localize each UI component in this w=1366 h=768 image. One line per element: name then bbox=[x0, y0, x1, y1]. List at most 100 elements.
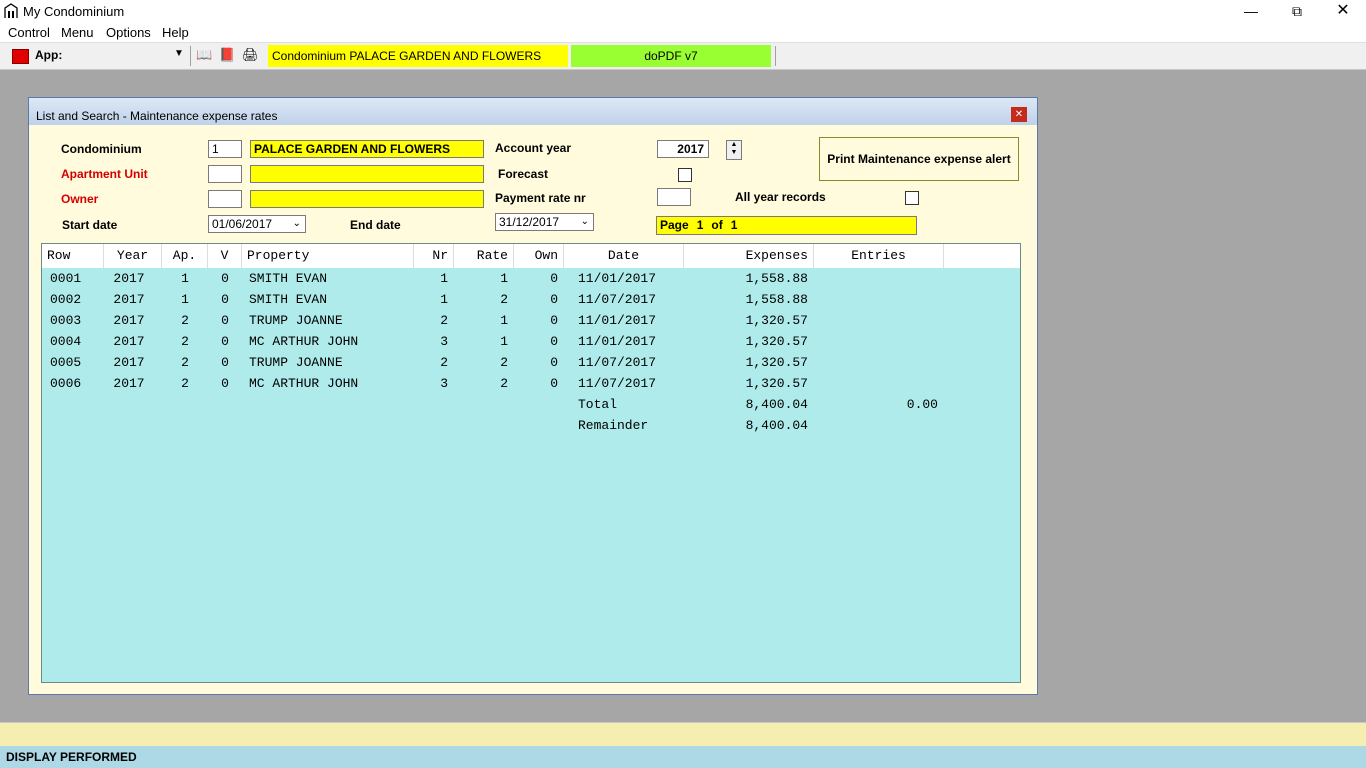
start-date-label: Start date bbox=[62, 218, 118, 232]
page-of: of bbox=[711, 218, 723, 232]
cell-own: 0 bbox=[550, 313, 558, 328]
payment-rate-label: Payment rate nr bbox=[495, 191, 586, 205]
cell-apartment: 1 bbox=[181, 271, 189, 286]
expense-rates-grid[interactable]: Row Year Ap. V Property Nr Rate Own Date… bbox=[41, 243, 1021, 683]
page-total: 1 bbox=[730, 218, 738, 232]
col-entries[interactable]: Entries bbox=[814, 244, 944, 268]
cell-rate: 2 bbox=[500, 292, 508, 307]
end-date-picker[interactable]: 31/12/2017 ⌄ bbox=[495, 213, 594, 231]
chevron-down-icon[interactable]: ⌄ bbox=[293, 216, 301, 232]
cell-property: TRUMP JOANNE bbox=[249, 355, 343, 370]
col-property[interactable]: Property bbox=[242, 244, 414, 268]
total-entries: 0.00 bbox=[906, 397, 938, 412]
red-flag-icon[interactable] bbox=[12, 49, 29, 64]
apartment-name-input[interactable] bbox=[250, 165, 484, 183]
chevron-down-icon[interactable]: ⌄ bbox=[581, 214, 589, 230]
cell-apartment: 2 bbox=[181, 355, 189, 370]
account-year-input[interactable]: 2017 bbox=[657, 140, 709, 158]
cell-year: 2017 bbox=[113, 355, 145, 370]
total-expenses: 8,400.04 bbox=[745, 397, 808, 412]
close-window-button[interactable]: ✕ bbox=[1320, 0, 1366, 22]
cell-apartment: 1 bbox=[181, 292, 189, 307]
cell-v: 0 bbox=[221, 376, 229, 391]
window-titlebar: My Condominium — ⧉ ✕ bbox=[0, 0, 1366, 22]
cell-v: 0 bbox=[221, 292, 229, 307]
cell-expenses: 1,558.88 bbox=[745, 271, 808, 286]
toolbar-separator bbox=[190, 46, 191, 66]
forecast-label: Forecast bbox=[498, 167, 549, 181]
cell-nr: 3 bbox=[440, 376, 448, 391]
status-text: DISPLAY PERFORMED bbox=[6, 750, 137, 764]
minimize-button[interactable]: — bbox=[1228, 0, 1274, 22]
menu-help[interactable]: Help bbox=[162, 25, 189, 40]
col-nr[interactable]: Nr bbox=[414, 244, 454, 268]
col-ap[interactable]: Ap. bbox=[162, 244, 208, 268]
page-indicator: Page 1 of 1 bbox=[656, 216, 917, 235]
condominium-name-input[interactable]: PALACE GARDEN AND FLOWERS bbox=[250, 140, 484, 158]
cell-expenses: 1,320.57 bbox=[745, 355, 808, 370]
cell-own: 0 bbox=[550, 376, 558, 391]
command-input-bar[interactable] bbox=[0, 722, 1366, 747]
owner-name-input[interactable] bbox=[250, 190, 484, 208]
cell-year: 2017 bbox=[113, 334, 145, 349]
menu-menu[interactable]: Menu bbox=[61, 25, 94, 40]
open-book-icon[interactable]: 📖 bbox=[196, 47, 212, 63]
book-icon[interactable]: 📕 bbox=[219, 47, 235, 63]
apartment-unit-label: Apartment Unit bbox=[61, 167, 148, 181]
cell-property: SMITH EVAN bbox=[249, 292, 328, 307]
col-year[interactable]: Year bbox=[104, 244, 162, 268]
cell-v: 0 bbox=[221, 355, 229, 370]
cell-v: 0 bbox=[221, 271, 229, 286]
condominium-label: Condominium bbox=[61, 142, 142, 156]
cell-nr: 2 bbox=[440, 313, 448, 328]
cell-property: MC ARTHUR JOHN bbox=[249, 376, 359, 391]
cell-nr: 1 bbox=[440, 292, 448, 307]
forecast-checkbox[interactable] bbox=[678, 168, 692, 182]
col-v[interactable]: V bbox=[208, 244, 242, 268]
end-date-label: End date bbox=[350, 218, 401, 232]
print-maintenance-alert-button[interactable]: Print Maintenance expense alert bbox=[819, 137, 1019, 181]
menu-bar: Control Menu Options Help bbox=[0, 22, 1366, 42]
cell-row-no: 0001 bbox=[50, 271, 82, 286]
dialog-titlebar: List and Search - Maintenance expense ra… bbox=[29, 98, 1037, 125]
app-selector-label: App: bbox=[35, 48, 63, 62]
owner-code-input[interactable] bbox=[208, 190, 242, 208]
cell-year: 2017 bbox=[113, 313, 145, 328]
cell-row-no: 0004 bbox=[50, 334, 82, 349]
cell-date: 11/01/2017 bbox=[578, 334, 657, 349]
dialog-close-button[interactable]: ✕ bbox=[1011, 107, 1027, 122]
restore-button[interactable]: ⧉ bbox=[1274, 0, 1320, 22]
page-label: Page bbox=[660, 218, 689, 232]
col-date[interactable]: Date bbox=[564, 244, 684, 268]
cell-year: 2017 bbox=[113, 271, 145, 286]
account-year-spinner[interactable]: ▲ ▼ bbox=[726, 140, 742, 160]
cell-apartment: 2 bbox=[181, 376, 189, 391]
col-own[interactable]: Own bbox=[514, 244, 564, 268]
cell-year: 2017 bbox=[113, 292, 145, 307]
cell-apartment: 2 bbox=[181, 334, 189, 349]
cell-row-no: 0002 bbox=[50, 292, 82, 307]
app-dropdown-arrow-icon[interactable]: ▼ bbox=[174, 48, 184, 59]
cell-rate: 2 bbox=[500, 355, 508, 370]
col-expenses[interactable]: Expenses bbox=[684, 244, 814, 268]
payment-rate-input[interactable] bbox=[657, 188, 691, 206]
printer-banner: doPDF v7 bbox=[571, 45, 771, 67]
cell-property: MC ARTHUR JOHN bbox=[249, 334, 359, 349]
start-date-picker[interactable]: 01/06/2017 ⌄ bbox=[208, 215, 306, 233]
apartment-code-input[interactable] bbox=[208, 165, 242, 183]
cell-expenses: 1,320.57 bbox=[745, 334, 808, 349]
cell-nr: 1 bbox=[440, 271, 448, 286]
printer-icon[interactable]: 🖨 bbox=[242, 47, 259, 63]
col-rate[interactable]: Rate bbox=[454, 244, 514, 268]
menu-control[interactable]: Control bbox=[8, 25, 50, 40]
grid-header: Row Year Ap. V Property Nr Rate Own Date… bbox=[42, 244, 1020, 268]
cell-own: 0 bbox=[550, 334, 558, 349]
total-label: Total bbox=[578, 397, 618, 412]
list-search-dialog: List and Search - Maintenance expense ra… bbox=[28, 97, 1038, 695]
all-year-records-checkbox[interactable] bbox=[905, 191, 919, 205]
col-row[interactable]: Row bbox=[42, 244, 104, 268]
cell-property: SMITH EVAN bbox=[249, 271, 328, 286]
toolbar-separator bbox=[775, 46, 776, 66]
menu-options[interactable]: Options bbox=[106, 25, 151, 40]
condominium-code-input[interactable]: 1 bbox=[208, 140, 242, 158]
